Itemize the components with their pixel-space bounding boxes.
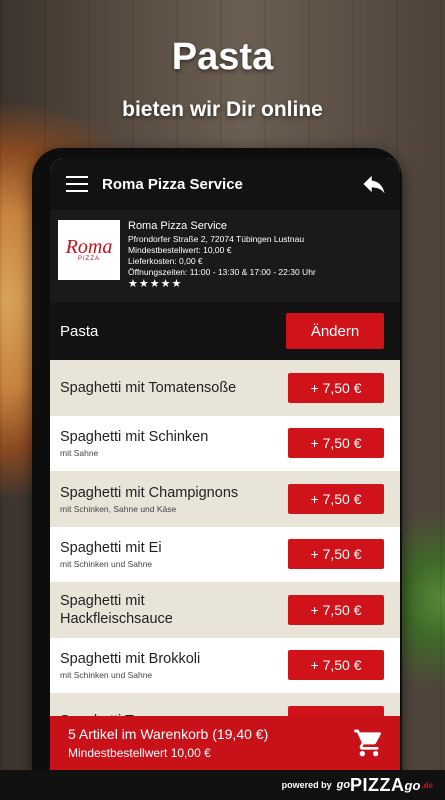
menu-item-name: Spaghetti mit Ei — [60, 540, 162, 557]
menu-item-description: mit Sahne — [60, 448, 99, 459]
footer-brand: PIZZA — [350, 774, 405, 795]
add-price-button[interactable]: + 7,50 € — [288, 483, 384, 514]
menu-item[interactable]: Spaghetti mit Ei mit Schinken und Sahne … — [50, 526, 400, 582]
menu-item[interactable]: Spaghetti mit Tomatensoße + 7,50 € — [50, 360, 400, 416]
restaurant-name: Roma Pizza Service — [128, 220, 228, 232]
menu-item[interactable]: Spaghetti mit Schinken mit Sahne + 7,50 … — [50, 415, 400, 471]
cart-minimum: Mindestbestellwert 10,00 € — [68, 746, 211, 760]
menu-item[interactable]: Spaghetti mit Brokkoli mit Schinken und … — [50, 637, 400, 693]
cart-bar[interactable]: 5 Artikel im Warenkorb (19,40 €) Mindest… — [50, 716, 400, 770]
menu-item-name: Spaghetti mit Hackfleischsauce — [60, 592, 173, 627]
add-price-button[interactable]: + 7,50 € — [288, 428, 384, 459]
app-title: Roma Pizza Service — [102, 175, 243, 193]
category-bar: Pasta Ändern — [50, 302, 400, 360]
footer-go: go — [336, 779, 351, 791]
add-price-button[interactable]: + 7,50 € — [288, 539, 384, 570]
menu-item[interactable]: Spaghetti mit Champignons mit Schinken, … — [50, 471, 400, 527]
footer-go-suffix: go — [404, 777, 421, 793]
footer-branding: powered by go PIZZA go .de — [0, 770, 445, 800]
opening-hours: Öffnungszeiten: 11:00 - 13:30 & 17:00 - … — [128, 267, 316, 277]
powered-by-label: powered by — [281, 780, 332, 790]
min-order-value: Mindestbestellwert: 10,00 € — [128, 245, 232, 255]
logo-subtext: PIZZA — [77, 256, 100, 262]
add-price-button[interactable]: + 7,50 € — [288, 372, 384, 403]
rating-stars: ★★★★★ — [128, 278, 183, 290]
menu-item-description: mit Schinken, Sahne und Käse — [60, 503, 177, 514]
menu-item-description: mit Schinken und Sahne — [60, 670, 153, 681]
cart-summary: 5 Artikel im Warenkorb (19,40 €) — [68, 726, 269, 742]
app-bar: Roma Pizza Service — [50, 158, 400, 210]
change-category-button[interactable]: Ändern — [286, 313, 384, 349]
menu-item-name: Spaghetti mit Schinken — [60, 429, 209, 446]
menu-item-description: mit Schinken und Sahne — [60, 559, 153, 570]
menu-item[interactable]: Spaghetti mit Hackfleischsauce + 7,50 € — [50, 582, 400, 638]
hero-title: Pasta — [171, 36, 274, 78]
restaurant-details: Roma Pizza Service Pfrondorfer Straße 2,… — [128, 220, 316, 292]
restaurant-info: Roma PIZZA Roma Pizza Service Pfrondorfe… — [50, 210, 400, 302]
menu-icon[interactable] — [66, 176, 88, 192]
menu-item-name: Spaghetti mit Champignons — [60, 484, 239, 501]
restaurant-address: Pfrondorfer Straße 2, 72074 Tübingen Lus… — [128, 234, 305, 244]
category-label: Pasta — [60, 322, 99, 340]
menu-item-list: Spaghetti mit Tomatensoße + 7,50 € Spagh… — [50, 360, 400, 749]
delivery-cost: Lieferkosten: 0,00 € — [128, 256, 203, 266]
menu-item-name: Spaghetti mit Brokkoli — [60, 651, 201, 668]
hero-subtitle: bieten wir Dir online — [122, 98, 323, 121]
menu-item-name: Spaghetti mit Tomatensoße — [60, 379, 237, 396]
restaurant-logo: Roma PIZZA — [58, 220, 120, 280]
app-screen: Roma Pizza Service Roma PIZZA Roma Pizza… — [50, 158, 400, 770]
add-price-button[interactable]: + 7,50 € — [288, 650, 384, 681]
add-price-button[interactable]: + 7,50 € — [288, 594, 384, 625]
footer-tld: .de — [421, 780, 433, 790]
shopping-cart-icon[interactable] — [352, 727, 386, 759]
reply-arrow-icon[interactable] — [360, 170, 388, 198]
logo-text: Roma — [65, 236, 113, 258]
